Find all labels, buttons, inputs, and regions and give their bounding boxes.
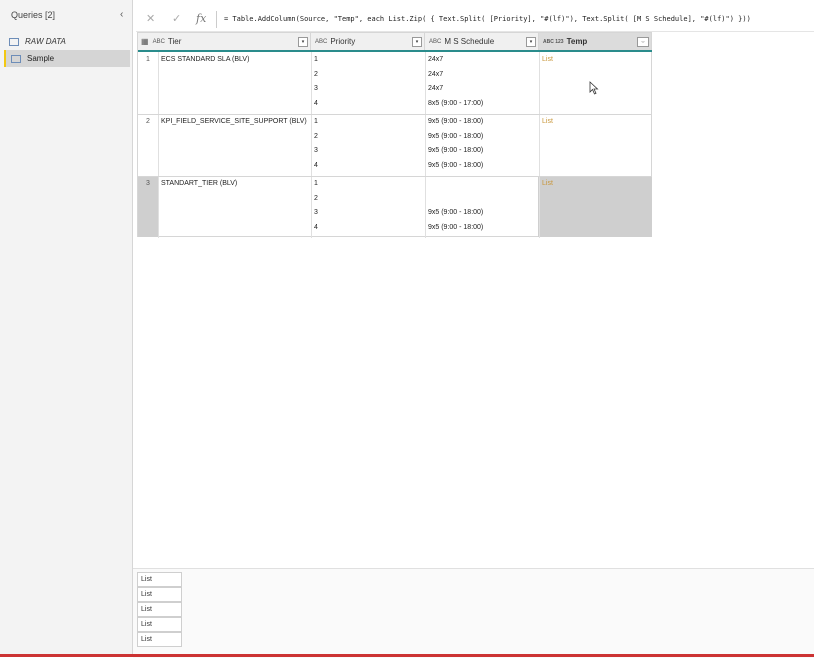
cell-tier[interactable]: STANDART_TIER (BLV) bbox=[161, 180, 237, 187]
cell-priority[interactable]: 4 bbox=[314, 224, 318, 231]
column-header-temp[interactable]: ABC 123 Temp ⇔ bbox=[539, 33, 652, 50]
query-item-label: RAW DATA bbox=[25, 37, 66, 46]
cell-schedule[interactable]: 24x7 bbox=[428, 71, 443, 78]
formula-input[interactable]: = Table.AddColumn(Source, "Temp", each L… bbox=[224, 15, 751, 23]
cell-priority[interactable]: 1 bbox=[314, 118, 318, 125]
cell-tier[interactable]: ECS STANDARD SLA (BLV) bbox=[161, 56, 249, 63]
data-grid: ▦ ABC Tier ▾ ABC Priority ▾ ABC M S Sche… bbox=[137, 32, 652, 238]
grid-line bbox=[539, 52, 540, 238]
cell-schedule[interactable]: 9x5 (9:00 - 18:00) bbox=[428, 133, 483, 140]
cell-preview-pane: List List List List List bbox=[133, 568, 814, 658]
fx-icon[interactable]: fx bbox=[196, 12, 206, 25]
table-menu-icon[interactable]: ▦ bbox=[141, 37, 149, 46]
preview-list-item[interactable]: List bbox=[137, 587, 182, 602]
queries-title: Queries [2] bbox=[11, 10, 56, 20]
cell-schedule[interactable]: 24x7 bbox=[428, 56, 443, 63]
cell-schedule[interactable]: 9x5 (9:00 - 18:00) bbox=[428, 147, 483, 154]
filter-dropdown-icon[interactable]: ▾ bbox=[298, 37, 308, 47]
cell-priority[interactable]: 4 bbox=[314, 100, 318, 107]
collapse-pane-icon[interactable]: ‹ bbox=[120, 9, 123, 20]
row-selection-temp bbox=[538, 176, 652, 237]
column-header-label: Temp bbox=[566, 37, 588, 46]
cell-priority[interactable]: 1 bbox=[314, 180, 318, 187]
cell-temp-list-link[interactable]: List bbox=[542, 118, 553, 125]
grid-line bbox=[311, 52, 312, 238]
cell-tier[interactable]: KPI_FIELD_SERVICE_SITE_SUPPORT (BLV) bbox=[161, 118, 307, 125]
column-header-tier[interactable]: ▦ ABC Tier ▾ bbox=[138, 33, 311, 50]
cell-schedule[interactable]: 9x5 (9:00 - 18:00) bbox=[428, 118, 483, 125]
preview-list-item[interactable]: List bbox=[137, 632, 182, 647]
formula-divider bbox=[216, 11, 217, 28]
expand-column-icon[interactable]: ⇔ bbox=[637, 37, 649, 47]
column-quality-bar bbox=[138, 50, 652, 52]
grid-line bbox=[138, 114, 652, 115]
cell-temp-list-link[interactable]: List bbox=[542, 56, 553, 63]
column-header-schedule[interactable]: ABC M S Schedule ▾ bbox=[425, 33, 539, 50]
any-type-icon[interactable]: ABC 123 bbox=[543, 39, 564, 45]
cell-schedule[interactable]: 9x5 (9:00 - 18:00) bbox=[428, 224, 483, 231]
cell-priority[interactable]: 3 bbox=[314, 147, 318, 154]
cell-priority[interactable]: 3 bbox=[314, 85, 318, 92]
column-header-priority[interactable]: ABC Priority ▾ bbox=[311, 33, 425, 50]
cell-priority[interactable]: 3 bbox=[314, 209, 318, 216]
cell-priority[interactable]: 2 bbox=[314, 195, 318, 202]
cell-schedule[interactable]: 8x5 (9:00 - 17:00) bbox=[428, 100, 483, 107]
commit-icon[interactable]: ✓ bbox=[172, 12, 181, 25]
cell-priority[interactable]: 1 bbox=[314, 56, 318, 63]
row-number[interactable]: 2 bbox=[138, 118, 158, 125]
cell-temp-list-link[interactable]: List bbox=[542, 180, 553, 187]
text-type-icon[interactable]: ABC bbox=[315, 39, 327, 45]
cell-schedule[interactable]: 9x5 (9:00 - 18:00) bbox=[428, 209, 483, 216]
column-header-label: Priority bbox=[330, 37, 356, 46]
preview-list-item[interactable]: List bbox=[137, 617, 182, 632]
table-icon bbox=[11, 54, 21, 63]
text-type-icon[interactable]: ABC bbox=[153, 39, 165, 45]
preview-list-item[interactable]: List bbox=[137, 572, 182, 587]
column-header-label: M S Schedule bbox=[444, 37, 495, 46]
text-type-icon[interactable]: ABC bbox=[429, 39, 441, 45]
preview-list-item[interactable]: List bbox=[137, 602, 182, 617]
cancel-icon[interactable]: ✕ bbox=[146, 12, 155, 25]
grid-line bbox=[138, 176, 652, 177]
filter-dropdown-icon[interactable]: ▾ bbox=[412, 37, 422, 47]
cell-priority[interactable]: 2 bbox=[314, 133, 318, 140]
cell-priority[interactable]: 4 bbox=[314, 162, 318, 169]
row-number[interactable]: 1 bbox=[138, 56, 158, 63]
query-item-sample[interactable]: Sample bbox=[4, 50, 130, 67]
cell-schedule[interactable]: 9x5 (9:00 - 18:00) bbox=[428, 162, 483, 169]
formula-bar: ✕ ✓ fx = Table.AddColumn(Source, "Temp",… bbox=[136, 10, 814, 32]
queries-pane: Queries [2] ‹ RAW DATA Sample bbox=[0, 0, 133, 657]
row-number[interactable]: 3 bbox=[138, 180, 158, 187]
mouse-cursor-icon bbox=[589, 81, 599, 95]
cell-priority[interactable]: 2 bbox=[314, 71, 318, 78]
grid-line bbox=[425, 52, 426, 238]
query-item-raw-data[interactable]: RAW DATA bbox=[4, 33, 130, 50]
cell-schedule[interactable]: 24x7 bbox=[428, 85, 443, 92]
query-item-label: Sample bbox=[27, 54, 55, 63]
column-header-label: Tier bbox=[167, 37, 182, 46]
filter-dropdown-icon[interactable]: ▾ bbox=[526, 37, 536, 47]
grid-line bbox=[158, 52, 159, 238]
table-icon bbox=[9, 37, 19, 46]
